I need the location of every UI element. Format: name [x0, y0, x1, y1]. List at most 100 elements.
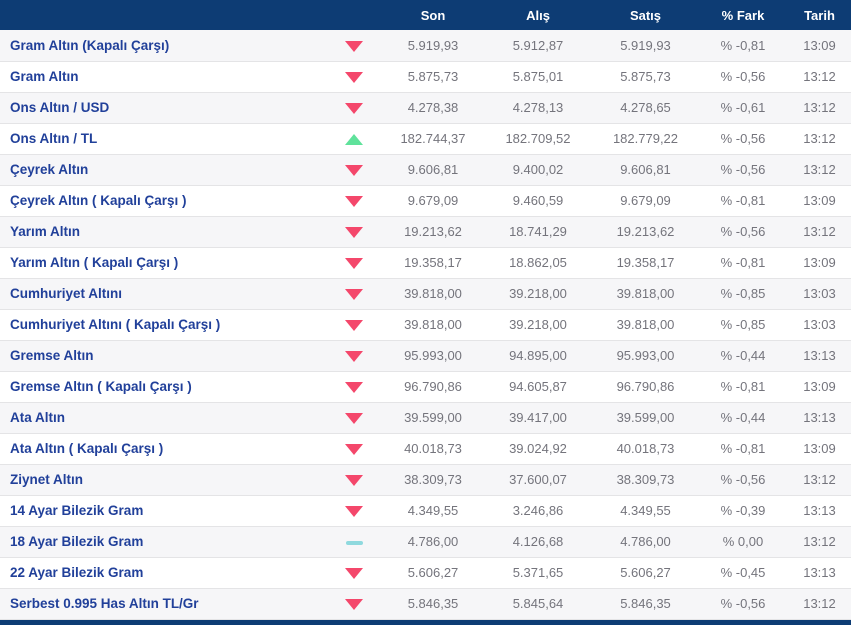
instrument-name[interactable]: Ons Altın / USD — [0, 92, 325, 124]
tarih-value: 13:13 — [788, 495, 851, 527]
alis-value: 94.895,00 — [483, 340, 593, 372]
instrument-name[interactable]: 22 Ayar Bilezik Gram — [0, 557, 325, 589]
tarih-value: 13:12 — [788, 154, 851, 186]
son-value: 39.818,00 — [383, 309, 483, 341]
table-row[interactable]: Gremse Altın 95.993,00 94.895,00 95.993,00%… — [0, 340, 851, 372]
tarih-value: 13:12 — [788, 216, 851, 248]
tarih-value: 13:12 — [788, 92, 851, 124]
alis-value: 4.126,68 — [483, 526, 593, 558]
trend-column-header — [325, 0, 383, 30]
trend-cell — [325, 371, 383, 403]
instrument-name[interactable]: Çeyrek Altın — [0, 154, 325, 186]
table-row[interactable]: Çeyrek Altın ( Kapalı Çarşı ) 9.679,09 9.4… — [0, 185, 851, 217]
trend-cell — [325, 247, 383, 279]
trend-cell — [325, 464, 383, 496]
table-row[interactable]: Ata Altın 39.599,00 39.417,00 39.599,00% -0… — [0, 402, 851, 434]
son-value: 96.790,86 — [383, 371, 483, 403]
instrument-name[interactable]: Yarım Altın ( Kapalı Çarşı ) — [0, 247, 325, 279]
table-row[interactable]: Ziynet Altın 38.309,73 37.600,07 38.309,73%… — [0, 464, 851, 496]
son-value: 4.278,38 — [383, 92, 483, 124]
trend-flat-icon — [345, 540, 363, 545]
table-row[interactable]: Gremse Altın ( Kapalı Çarşı ) 96.790,86 94… — [0, 371, 851, 403]
alis-value: 3.246,86 — [483, 495, 593, 527]
satis-value: 9.679,09 — [593, 185, 698, 217]
name-column-header — [0, 0, 325, 30]
trend-cell — [325, 216, 383, 248]
fark-value: % -0,81 — [698, 433, 788, 465]
satis-value: 95.993,00 — [593, 340, 698, 372]
trend-cell — [325, 495, 383, 527]
trend-cell — [325, 30, 383, 62]
tarih-value: 13:03 — [788, 278, 851, 310]
price-table-body: Gram Altın (Kapalı Çarşı) 5.919,93 5.912,8… — [0, 30, 851, 620]
gold-prices-table: Son Alış Satış % Fark Tarih Gram Altın (… — [0, 0, 851, 620]
table-row[interactable]: Gram Altın (Kapalı Çarşı) 5.919,93 5.912,8… — [0, 30, 851, 62]
table-row[interactable]: 18 Ayar Bilezik Gram 4.786,00 4.126,68 4.78… — [0, 526, 851, 558]
table-row[interactable]: Gram Altın 5.875,73 5.875,01 5.875,73% -0,5… — [0, 61, 851, 93]
trend-cell — [325, 92, 383, 124]
trend-up-icon — [345, 134, 363, 146]
instrument-name[interactable]: Gremse Altın ( Kapalı Çarşı ) — [0, 371, 325, 403]
fark-value: % -0,81 — [698, 247, 788, 279]
table-row[interactable]: Yarım Altın 19.213,62 18.741,29 19.213,62% … — [0, 216, 851, 248]
instrument-name[interactable]: Yarım Altın — [0, 216, 325, 248]
trend-down-icon — [345, 40, 363, 52]
satis-value: 38.309,73 — [593, 464, 698, 496]
table-row[interactable]: Çeyrek Altın 9.606,81 9.400,02 9.606,81% -0… — [0, 154, 851, 186]
alis-column-header: Alış — [483, 0, 593, 30]
son-value: 5.875,73 — [383, 61, 483, 93]
instrument-name[interactable]: Ata Altın ( Kapalı Çarşı ) — [0, 433, 325, 465]
fark-value: % -0,56 — [698, 216, 788, 248]
trend-cell — [325, 557, 383, 589]
fark-value: % -0,61 — [698, 92, 788, 124]
son-value: 19.213,62 — [383, 216, 483, 248]
tarih-value: 13:12 — [788, 123, 851, 155]
fark-value: % 0,00 — [698, 526, 788, 558]
table-row[interactable]: Serbest 0.995 Has Altın TL/Gr 5.846,35 5.8… — [0, 588, 851, 620]
trend-down-icon — [345, 382, 363, 394]
instrument-name[interactable]: Serbest 0.995 Has Altın TL/Gr — [0, 588, 325, 620]
instrument-name[interactable]: Ata Altın — [0, 402, 325, 434]
table-row[interactable]: 14 Ayar Bilezik Gram 4.349,55 3.246,86 4.34… — [0, 495, 851, 527]
satis-value: 4.786,00 — [593, 526, 698, 558]
satis-value: 9.606,81 — [593, 154, 698, 186]
fark-value: % -0,56 — [698, 464, 788, 496]
instrument-name[interactable]: Cumhuriyet Altını — [0, 278, 325, 310]
instrument-name[interactable]: Gram Altın — [0, 61, 325, 93]
trend-down-icon — [345, 289, 363, 301]
satis-column-header: Satış — [593, 0, 698, 30]
fark-value: % -0,44 — [698, 402, 788, 434]
table-row[interactable]: Yarım Altın ( Kapalı Çarşı ) 19.358,17 18.… — [0, 247, 851, 279]
tarih-value: 13:12 — [788, 464, 851, 496]
trend-down-icon — [345, 72, 363, 84]
table-row[interactable]: Ons Altın / TL 182.744,37 182.709,52 182.77… — [0, 123, 851, 155]
instrument-name[interactable]: 14 Ayar Bilezik Gram — [0, 495, 325, 527]
instrument-name[interactable]: 18 Ayar Bilezik Gram — [0, 526, 325, 558]
table-row[interactable]: Cumhuriyet Altını 39.818,00 39.218,00 39.81… — [0, 278, 851, 310]
tarih-column-header: Tarih — [788, 0, 851, 30]
table-row[interactable]: Cumhuriyet Altını ( Kapalı Çarşı ) 39.818… — [0, 309, 851, 341]
trend-down-icon — [345, 258, 363, 270]
fark-value: % -0,44 — [698, 340, 788, 372]
trend-down-icon — [345, 475, 363, 487]
instrument-name[interactable]: Ons Altın / TL — [0, 123, 325, 155]
satis-value: 5.606,27 — [593, 557, 698, 589]
trend-cell — [325, 588, 383, 620]
tarih-value: 13:12 — [788, 588, 851, 620]
table-row[interactable]: Ons Altın / USD 4.278,38 4.278,13 4.278,65%… — [0, 92, 851, 124]
instrument-name[interactable]: Cumhuriyet Altını ( Kapalı Çarşı ) — [0, 309, 325, 341]
alis-value: 37.600,07 — [483, 464, 593, 496]
fark-value: % -0,81 — [698, 30, 788, 62]
instrument-name[interactable]: Ziynet Altın — [0, 464, 325, 496]
instrument-name[interactable]: Çeyrek Altın ( Kapalı Çarşı ) — [0, 185, 325, 217]
satis-value: 96.790,86 — [593, 371, 698, 403]
satis-value: 39.818,00 — [593, 278, 698, 310]
instrument-name[interactable]: Gremse Altın — [0, 340, 325, 372]
table-row[interactable]: 22 Ayar Bilezik Gram 5.606,27 5.371,65 5.60… — [0, 557, 851, 589]
satis-value: 39.599,00 — [593, 402, 698, 434]
table-row[interactable]: Ata Altın ( Kapalı Çarşı ) 40.018,73 39.02… — [0, 433, 851, 465]
tarih-value: 13:12 — [788, 526, 851, 558]
instrument-name[interactable]: Gram Altın (Kapalı Çarşı) — [0, 30, 325, 62]
satis-value: 5.875,73 — [593, 61, 698, 93]
tarih-value: 13:09 — [788, 247, 851, 279]
